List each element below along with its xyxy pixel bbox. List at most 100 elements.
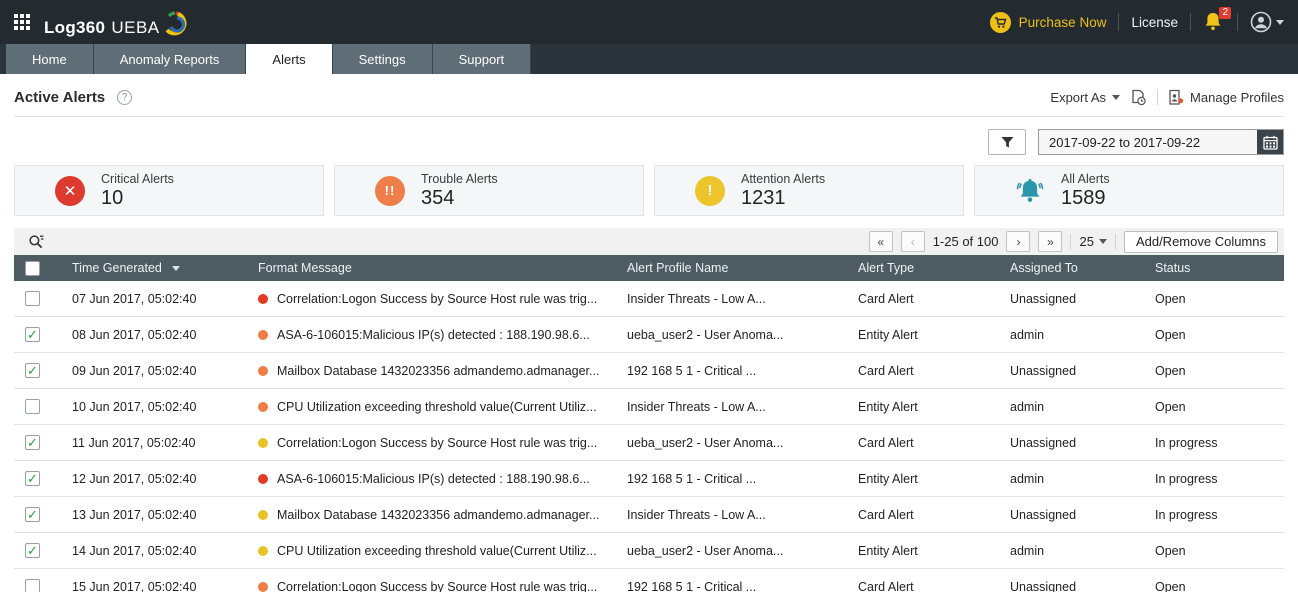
topbar-divider <box>1237 13 1238 31</box>
row-checkbox[interactable]: ✓ <box>25 435 40 450</box>
page-size-value: 25 <box>1079 234 1094 249</box>
cell-format-message[interactable]: Correlation:Logon Success by Source Host… <box>277 436 597 450</box>
brand-logo: Log360 UEBA <box>44 7 188 38</box>
pagination-status: 1-25 of 100 <box>932 234 999 249</box>
page-size-caret-icon <box>1098 239 1107 244</box>
actions-divider <box>1157 89 1159 105</box>
cell-status: In progress <box>1155 507 1218 522</box>
row-checkbox[interactable]: ✓ <box>25 327 40 342</box>
table-row[interactable]: 07 Jun 2017, 05:02:40 Correlation:Logon … <box>14 281 1284 317</box>
cell-format-message[interactable]: Mailbox Database 1432023356 admandemo.ad… <box>277 364 599 378</box>
last-page-button[interactable]: » <box>1038 231 1063 252</box>
tab-alerts[interactable]: Alerts <box>246 44 333 74</box>
col-header-alert-profile-name[interactable]: Alert Profile Name <box>627 261 858 275</box>
table-row[interactable]: ✓ 14 Jun 2017, 05:02:40 CPU Utilization … <box>14 533 1284 569</box>
alert-summary-cards: ✕ Critical Alerts 10 !! Trouble Alerts 3… <box>14 165 1284 216</box>
purchase-now-button[interactable]: Purchase Now <box>989 11 1106 33</box>
user-menu[interactable] <box>1250 11 1284 33</box>
table-row[interactable]: ✓ 12 Jun 2017, 05:02:40 ASA-6-106015:Mal… <box>14 461 1284 497</box>
severity-dot-icon <box>258 509 268 520</box>
toolbar-divider <box>1114 233 1116 250</box>
license-link[interactable]: License <box>1131 15 1178 30</box>
attention-alerts-card[interactable]: ! Attention Alerts 1231 <box>654 165 964 216</box>
brand-swoosh-icon <box>165 10 187 35</box>
table-row[interactable]: ✓ 13 Jun 2017, 05:02:40 Mailbox Database… <box>14 497 1284 533</box>
row-checkbox[interactable] <box>25 399 40 414</box>
cell-status: In progress <box>1155 471 1218 486</box>
cell-format-message[interactable]: ASA-6-106015:Malicious IP(s) detected : … <box>277 328 590 342</box>
notification-count-badge: 2 <box>1219 7 1231 19</box>
next-page-button[interactable]: › <box>1006 231 1031 252</box>
filter-button[interactable] <box>988 129 1026 155</box>
col-header-time-generated[interactable]: Time Generated <box>72 261 258 275</box>
card-value: 10 <box>101 186 124 209</box>
notifications-bell-icon[interactable]: 2 <box>1203 7 1231 33</box>
cell-format-message[interactable]: Correlation:Logon Success by Source Host… <box>277 292 597 306</box>
cell-alert-profile-name: 192 168 5 1 - Critical ... <box>627 579 757 592</box>
select-all-checkbox[interactable] <box>25 260 40 276</box>
severity-dot-icon <box>258 365 268 376</box>
cell-format-message[interactable]: Mailbox Database 1432023356 admandemo.ad… <box>277 508 599 522</box>
cell-time-generated: 08 Jun 2017, 05:02:40 <box>72 327 197 342</box>
severity-dot-icon <box>258 545 268 556</box>
all-alerts-card[interactable]: All Alerts 1589 <box>974 165 1284 216</box>
cell-alert-type: Entity Alert <box>858 543 918 558</box>
calendar-icon <box>1262 135 1278 150</box>
cell-assigned-to: Unassigned <box>1010 363 1077 378</box>
tab-settings[interactable]: Settings <box>332 44 433 74</box>
table-header: Time Generated Format Message Alert Prof… <box>14 255 1284 281</box>
first-page-button[interactable]: « <box>868 231 893 252</box>
card-label: All Alerts <box>1061 171 1110 186</box>
trouble-alerts-card[interactable]: !! Trouble Alerts 354 <box>334 165 644 216</box>
cell-alert-type: Card Alert <box>858 435 914 450</box>
card-value: 1231 <box>741 186 786 209</box>
calendar-button[interactable] <box>1257 130 1283 154</box>
table-row[interactable]: ✓ 08 Jun 2017, 05:02:40 ASA-6-106015:Mal… <box>14 317 1284 353</box>
app-launcher-icon[interactable] <box>14 14 30 30</box>
row-checkbox[interactable]: ✓ <box>25 507 40 522</box>
help-icon[interactable]: ? <box>117 89 133 105</box>
row-checkbox[interactable]: ✓ <box>25 363 40 378</box>
tab-support[interactable]: Support <box>432 44 532 74</box>
export-as-dropdown[interactable]: Export As <box>1050 90 1121 105</box>
cell-format-message[interactable]: Correlation:Logon Success by Source Host… <box>277 580 597 592</box>
manage-profiles-button[interactable]: Manage Profiles <box>1168 89 1284 106</box>
date-range-picker: 2017-09-22 to 2017-09-22 <box>1038 129 1284 155</box>
manage-profiles-icon <box>1169 89 1184 105</box>
col-header-status[interactable]: Status <box>1155 261 1284 275</box>
cell-alert-profile-name: 192 168 5 1 - Critical ... <box>627 363 757 378</box>
tab-anomaly-reports[interactable]: Anomaly Reports <box>93 44 247 74</box>
cell-alert-type: Card Alert <box>858 291 914 306</box>
col-header-format-message[interactable]: Format Message <box>258 261 627 275</box>
critical-alerts-card[interactable]: ✕ Critical Alerts 10 <box>14 165 324 216</box>
date-range-input[interactable]: 2017-09-22 to 2017-09-22 <box>1039 130 1257 154</box>
prev-page-button[interactable]: ‹ <box>900 231 925 252</box>
page-title: Active Alerts <box>14 88 106 106</box>
search-icon[interactable] <box>28 234 44 250</box>
toolbar-divider <box>1070 233 1072 250</box>
cell-assigned-to: Unassigned <box>1010 291 1077 306</box>
page-size-dropdown[interactable]: 25 <box>1079 234 1107 249</box>
cell-format-message[interactable]: CPU Utilization exceeding threshold valu… <box>277 400 597 414</box>
schedule-export-icon[interactable] <box>1130 89 1147 106</box>
table-row[interactable]: ✓ 09 Jun 2017, 05:02:40 Mailbox Database… <box>14 353 1284 389</box>
card-value: 1589 <box>1061 186 1106 209</box>
cell-format-message[interactable]: CPU Utilization exceeding threshold valu… <box>277 544 597 558</box>
row-checkbox[interactable] <box>25 579 40 592</box>
cell-alert-type: Card Alert <box>858 507 914 522</box>
table-row[interactable]: ✓ 11 Jun 2017, 05:02:40 Correlation:Logo… <box>14 425 1284 461</box>
row-checkbox[interactable] <box>25 291 40 306</box>
row-checkbox[interactable]: ✓ <box>25 543 40 558</box>
col-header-assigned-to[interactable]: Assigned To <box>1010 261 1155 275</box>
cell-format-message[interactable]: ASA-6-106015:Malicious IP(s) detected : … <box>277 472 590 486</box>
tab-home[interactable]: Home <box>6 44 94 74</box>
cart-icon <box>989 11 1011 33</box>
table-row[interactable]: 15 Jun 2017, 05:02:40 Correlation:Logon … <box>14 569 1284 592</box>
card-label: Trouble Alerts <box>421 171 498 186</box>
critical-alerts-icon: ✕ <box>55 175 85 206</box>
card-value: 354 <box>421 186 455 209</box>
add-remove-columns-button[interactable]: Add/Remove Columns <box>1123 230 1278 253</box>
row-checkbox[interactable]: ✓ <box>25 471 40 486</box>
table-row[interactable]: 10 Jun 2017, 05:02:40 CPU Utilization ex… <box>14 389 1284 425</box>
col-header-alert-type[interactable]: Alert Type <box>858 261 1010 275</box>
